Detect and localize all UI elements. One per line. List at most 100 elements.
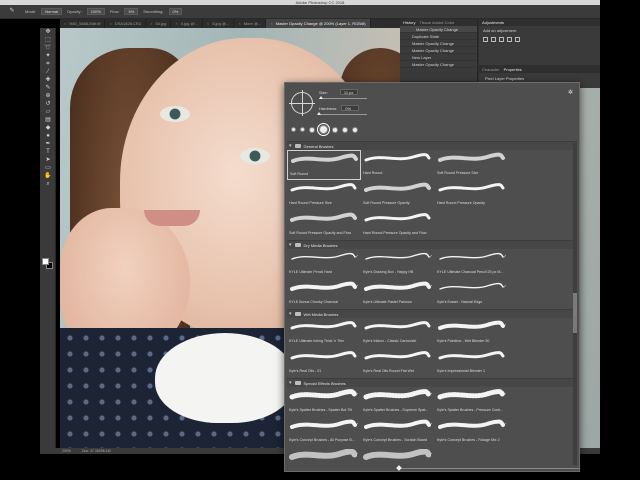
healing-tool-icon[interactable]: ✚: [42, 77, 54, 84]
eraser-tool-icon[interactable]: ▱: [42, 109, 54, 116]
gear-icon[interactable]: ✲: [568, 89, 573, 96]
smoothing-field[interactable]: 0%: [168, 8, 183, 15]
recent-brush[interactable]: [352, 126, 358, 133]
tab-character[interactable]: Character: [482, 66, 500, 73]
pen-tool-icon[interactable]: ✒: [42, 141, 54, 148]
recent-brush[interactable]: [342, 126, 348, 133]
document-tab[interactable]: × 4.jpg @...: [171, 19, 203, 28]
curves-icon[interactable]: [499, 37, 504, 42]
chevron-down-icon[interactable]: ▾: [289, 242, 292, 248]
brush-preset[interactable]: Kyle's Screentones 29✓: [287, 447, 361, 467]
brush-tool-icon[interactable]: ✎: [6, 8, 18, 15]
hardness-slider[interactable]: [317, 112, 367, 115]
brush-preset[interactable]: Soft Round Pressure Size: [435, 150, 509, 180]
brush-preset[interactable]: Kyle's Paintbox - Wet Blender 50 ✓: [435, 318, 509, 348]
history-state[interactable]: Duplicate State: [400, 33, 477, 40]
brush-preset[interactable]: Soft Round Pressure Opacity and Flow: [287, 210, 361, 240]
brush-preset[interactable]: Hard Round Pressure Opacity and Flow: [361, 210, 435, 240]
path-select-tool-icon[interactable]: ➤: [42, 157, 54, 164]
recent-brush[interactable]: [317, 123, 330, 136]
brush-tool-icon[interactable]: ✎: [42, 85, 54, 92]
brush-group-header[interactable]: ▾ General Brushes: [287, 141, 577, 150]
brush-preset[interactable]: KYLE Ultimate Charcoal Pencil 25 px M...…: [435, 249, 509, 279]
history-state[interactable]: New Layer: [400, 54, 477, 61]
quick-select-tool-icon[interactable]: ✦: [42, 53, 54, 60]
tab-properties[interactable]: Properties: [504, 66, 522, 73]
chevron-down-icon[interactable]: ▾: [289, 143, 292, 149]
brush-preset[interactable]: Kyle's Impressionist Blender 1: [435, 348, 509, 378]
brush-preset[interactable]: Kyle's Screentones 38✓: [361, 447, 435, 467]
recent-brush[interactable]: [332, 126, 338, 133]
close-icon[interactable]: ×: [150, 21, 152, 26]
marquee-tool-icon[interactable]: ⬚: [42, 37, 54, 44]
brush-preset[interactable]: Soft Round: [287, 150, 361, 180]
history-state[interactable]: Master Opacity Change: [400, 40, 477, 47]
close-icon[interactable]: ×: [64, 21, 66, 26]
zoom-level[interactable]: 200%: [62, 449, 71, 453]
mode-select[interactable]: Normal: [41, 8, 63, 15]
document-tab[interactable]: × 5.jpg @...: [203, 19, 235, 28]
brush-preset[interactable]: KYLE Bonus Chunky Charcoal ✓: [287, 279, 361, 309]
document-tab[interactable]: × Master Opacity Change @ 200% (Layer 1, …: [266, 19, 371, 28]
type-tool-icon[interactable]: T: [42, 149, 54, 156]
brush-group-header[interactable]: ▾ Special Effects Brushes: [287, 378, 577, 387]
brush-preset[interactable]: Kyle's Spatter Brushes - Supreme Spat...…: [361, 387, 435, 417]
close-icon[interactable]: ×: [175, 21, 177, 26]
brush-preset[interactable]: Kyle's Real Oils - 01: [287, 348, 361, 378]
clone-tool-icon[interactable]: ⊕: [42, 93, 54, 100]
history-state[interactable]: Master Opacity Change: [400, 47, 477, 54]
zoom-tool-icon[interactable]: ⌕: [42, 181, 54, 188]
lasso-tool-icon[interactable]: ➰: [42, 45, 54, 52]
crop-tool-icon[interactable]: ⌗: [42, 61, 54, 68]
brush-list-scrollbar[interactable]: [573, 143, 577, 465]
levels-icon[interactable]: [491, 37, 496, 42]
close-icon[interactable]: ×: [207, 21, 209, 26]
dodge-tool-icon[interactable]: ●: [42, 133, 54, 140]
close-icon[interactable]: ×: [109, 21, 111, 26]
hardness-field[interactable]: 0%: [341, 105, 360, 111]
history-state[interactable]: Master Opacity Change: [400, 26, 477, 33]
preview-size-thumb[interactable]: [396, 465, 402, 471]
hardness-slider-thumb[interactable]: [317, 112, 321, 115]
brush-preset[interactable]: Kyle's Spatter Brushes - Pressure Contr.…: [435, 387, 509, 417]
size-slider-thumb[interactable]: [319, 96, 324, 99]
document-tab[interactable]: × 34.jpg: [146, 19, 172, 28]
size-field[interactable]: 11 px: [339, 89, 358, 95]
brush-angle-icon[interactable]: [289, 90, 315, 116]
brush-preset[interactable]: Kyle's Eraser - Natural Edge ✓: [435, 279, 509, 309]
brush-preset[interactable]: Hard Round Pressure Opacity: [435, 180, 509, 210]
adjustments-title[interactable]: Adjustments: [482, 19, 504, 26]
exposure-icon[interactable]: [507, 37, 512, 42]
size-slider[interactable]: [319, 96, 367, 99]
foreground-color-swatch[interactable]: [42, 258, 49, 265]
brush-preset[interactable]: Kyle's Inkbox - Classic Cartoonist: [361, 318, 435, 348]
document-tab[interactable]: × More @...: [234, 19, 267, 28]
brush-preset[interactable]: Hard Round Pressure Size: [287, 180, 361, 210]
recent-brush[interactable]: [309, 126, 315, 133]
gradient-tool-icon[interactable]: ▤: [42, 117, 54, 124]
scrollbar-thumb[interactable]: [573, 293, 577, 333]
document-tab[interactable]: × DSA1828.CR2: [105, 19, 147, 28]
history-brush-tool-icon[interactable]: ↺: [42, 101, 54, 108]
brush-preset[interactable]: Kyle's Concept Brushes - Foliage Mix 2 ✓: [435, 417, 509, 447]
brush-preset[interactable]: KYLE Ultimate Inking Thick 'n Thin: [287, 318, 361, 348]
flow-field[interactable]: 5%: [124, 8, 139, 15]
close-icon[interactable]: ×: [238, 21, 240, 26]
move-tool-icon[interactable]: ✥: [42, 29, 54, 36]
vibrance-icon[interactable]: [515, 37, 520, 42]
brush-preset[interactable]: Kyle's Concept Brushes - Scratch Board ✓: [361, 417, 435, 447]
brush-preset[interactable]: Kyle's Spatter Brushes - Spatter Bot Til…: [287, 387, 361, 417]
brush-preset[interactable]: Soft Round Pressure Opacity: [361, 180, 435, 210]
hand-tool-icon[interactable]: ✋: [42, 173, 54, 180]
brush-preset[interactable]: Kyle's Real Oils Round Flat Wet: [361, 348, 435, 378]
chevron-down-icon[interactable]: ▾: [289, 380, 292, 386]
document-tab[interactable]: × IMG_5888-Edit.tif: [60, 19, 106, 28]
chevron-down-icon[interactable]: ▾: [289, 311, 292, 317]
history-state[interactable]: Master Opacity Change: [400, 61, 477, 68]
recent-brush[interactable]: [300, 127, 305, 132]
recent-brush[interactable]: [291, 127, 296, 132]
brush-preset[interactable]: Kyle's Concept Brushes - All Purpose B..…: [287, 417, 361, 447]
brush-preset[interactable]: Kyle's Ultimate Pastel Palooza ✓: [361, 279, 435, 309]
brush-preset[interactable]: KYLE Ultimate Pencil Hard ✓: [287, 249, 361, 279]
close-icon[interactable]: ×: [270, 21, 272, 26]
